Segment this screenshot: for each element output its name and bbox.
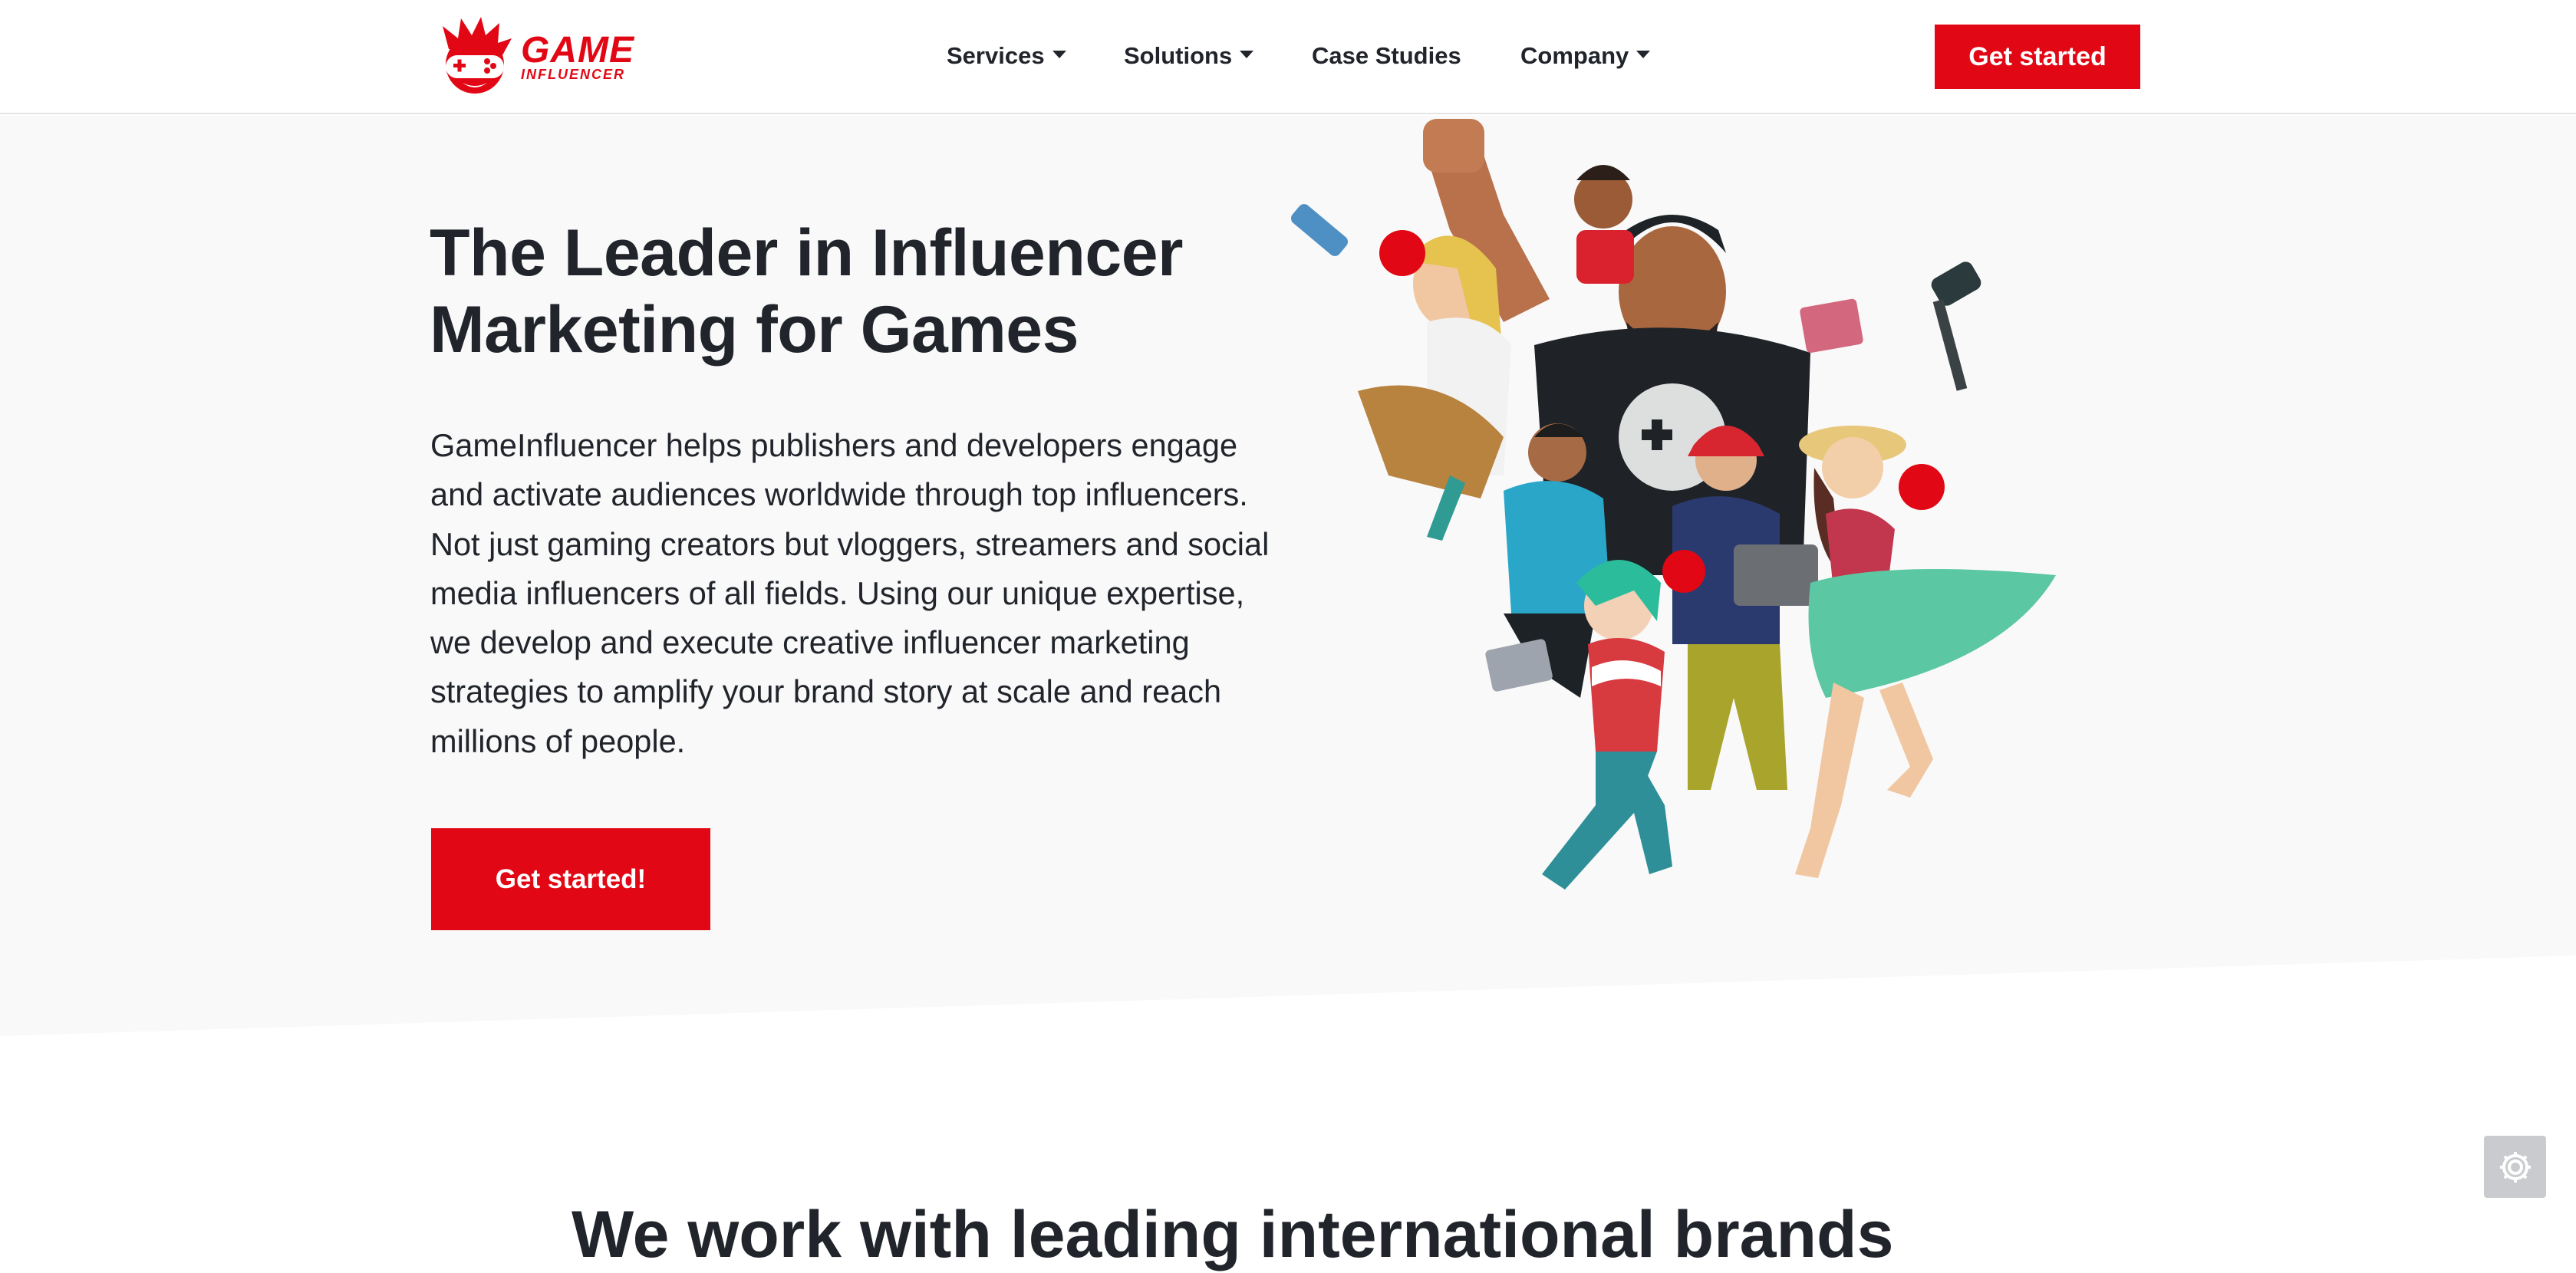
nav-company[interactable]: Company [1520, 42, 1651, 70]
logo-wordmark: GAME INFLUENCER [521, 30, 634, 82]
nav-services-label: Services [947, 42, 1045, 69]
nav-solutions[interactable]: Solutions [1124, 42, 1254, 70]
chevron-down-icon [1240, 51, 1254, 58]
hero-title-line2: Marketing for Games [430, 293, 1079, 367]
settings-button[interactable] [2484, 1136, 2546, 1198]
chevron-down-icon [1636, 51, 1651, 58]
chevron-down-icon [1052, 51, 1066, 58]
nav-case-studies-label: Case Studies [1312, 42, 1461, 69]
nav-case-studies[interactable]: Case Studies [1312, 42, 1461, 70]
header-get-started-button[interactable]: Get started [1935, 25, 2140, 89]
hero-get-started-button[interactable]: Get started! [431, 828, 710, 930]
logo-text-game: GAME [521, 30, 634, 71]
site-header: GAME INFLUENCER Services Solutions Case … [0, 0, 2576, 114]
hero-title-line1: The Leader in Influencer [430, 216, 1184, 290]
gear-icon [2499, 1151, 2531, 1183]
gamer-mascot-logo-icon [443, 17, 512, 94]
site-logo[interactable]: GAME INFLUENCER [435, 15, 654, 101]
influencer-group-illustration [1290, 119, 2056, 890]
nav-services[interactable]: Services [947, 42, 1066, 70]
logo-text-influencer: INFLUENCER [521, 67, 625, 82]
nav-company-label: Company [1520, 42, 1629, 69]
nav-solutions-label: Solutions [1124, 42, 1233, 69]
hero-description: GameInfluencer helps publishers and deve… [430, 427, 1270, 759]
hero-title: The Leader in Influencer Marketing for G… [430, 215, 1312, 368]
brands-section-title: We work with leading international brand… [572, 1198, 1894, 1271]
